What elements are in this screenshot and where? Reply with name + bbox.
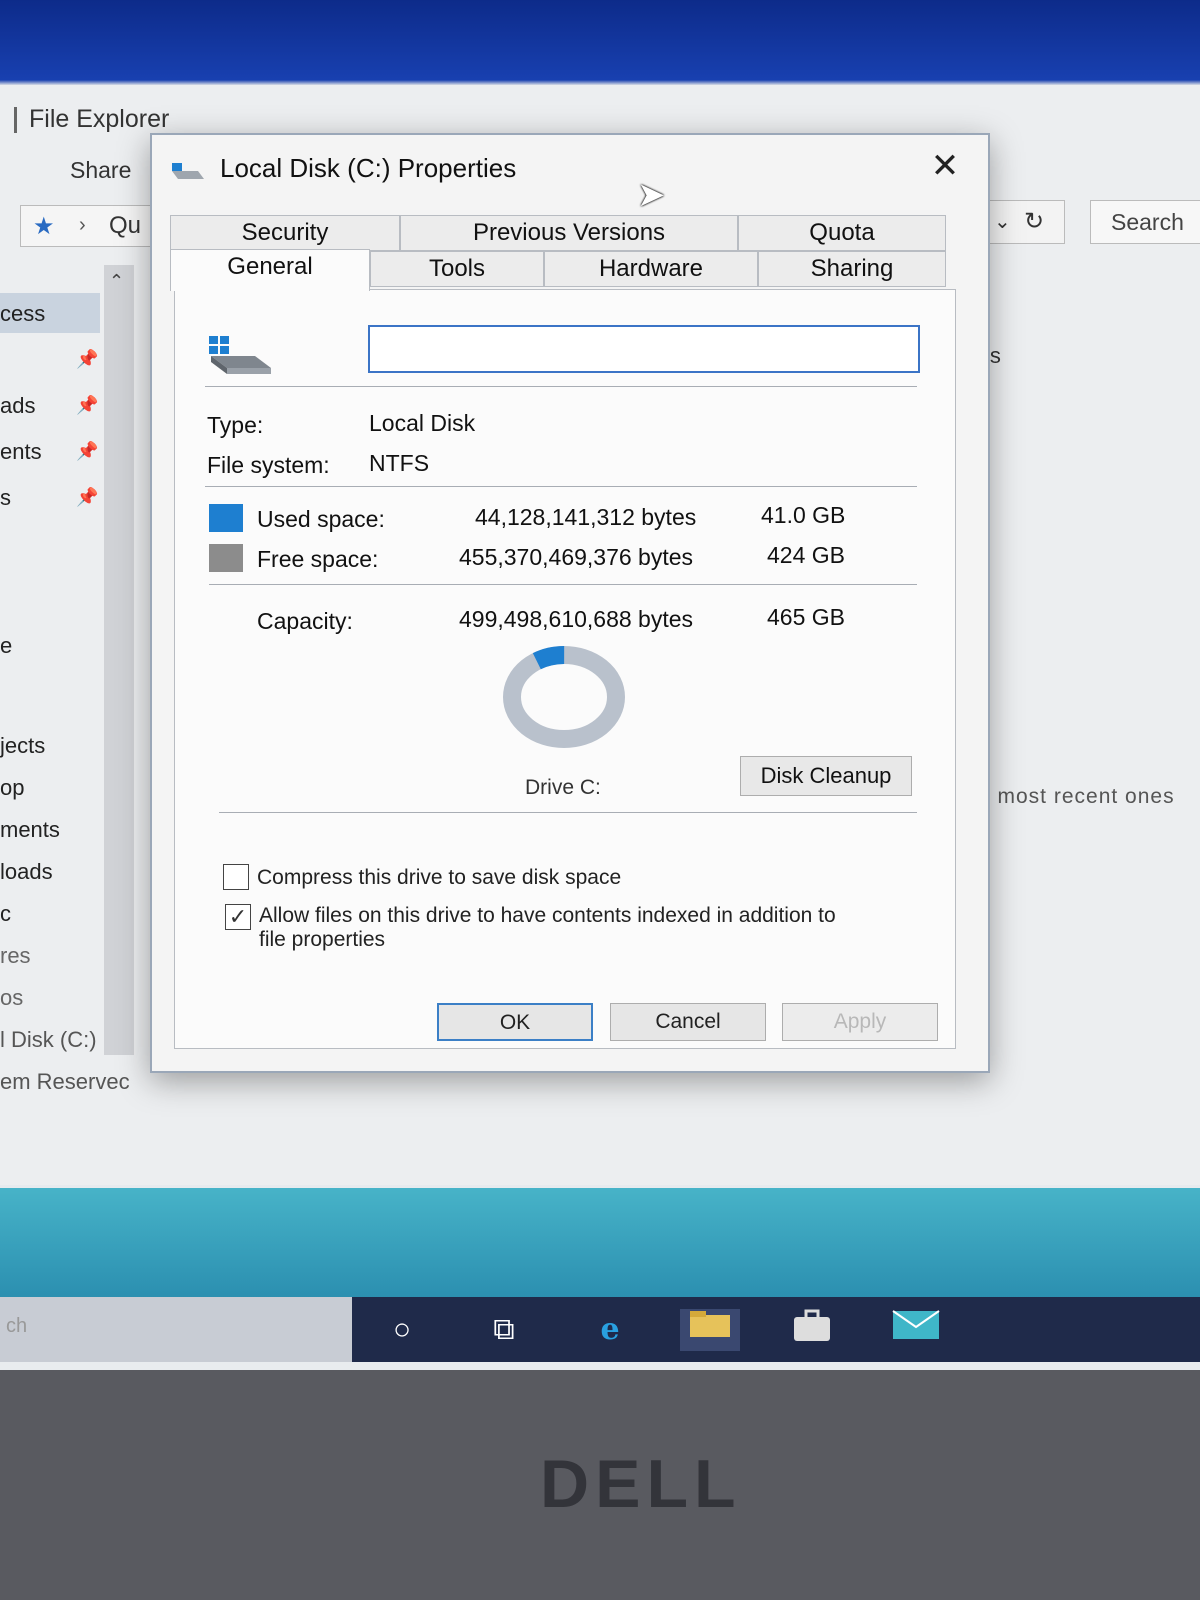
separator [205, 486, 917, 487]
type-label: Type: [207, 412, 264, 438]
nav-item-downloads-pc[interactable]: loads [0, 859, 53, 885]
navigation-pane: ⌃ cess ads ents s 📌 📌 📌 📌 e jects op men… [0, 265, 160, 1165]
compress-checkbox[interactable] [223, 864, 249, 890]
ribbon-tab-share[interactable]: Share [70, 157, 131, 184]
free-space-label: Free space: [257, 546, 379, 572]
nav-item-documents[interactable]: ents [0, 439, 42, 465]
general-panel: Type: Local Disk File system: NTFS Used … [174, 289, 956, 1049]
chevron-up-icon[interactable]: ⌃ [109, 271, 124, 292]
drive-name-input[interactable] [368, 325, 920, 373]
used-space-gb: 41.0 GB [761, 502, 846, 528]
used-space-bytes: 44,128,141,312 bytes [475, 504, 697, 530]
compress-label: Compress this drive to save disk space [257, 866, 622, 889]
task-view-icon[interactable]: ⧉ [474, 1309, 534, 1351]
desktop-background [0, 1188, 1200, 1298]
tab-previous-versions[interactable]: Previous Versions [400, 215, 738, 251]
pin-icon: 📌 [76, 395, 99, 415]
disk-cleanup-button[interactable]: Disk Cleanup [740, 756, 912, 796]
dialog-title: Local Disk (C:) Properties [220, 153, 517, 183]
free-space-gb: 424 GB [767, 542, 845, 568]
search-placeholder: Search [1111, 209, 1184, 235]
nav-item-desktop[interactable]: op [0, 775, 24, 801]
search-input[interactable]: Search [1090, 200, 1200, 244]
nav-item-pictures[interactable]: s [0, 485, 11, 511]
chevron-right-icon: › [79, 214, 86, 236]
nav-scrollbar[interactable]: ⌃ [104, 265, 134, 1055]
properties-dialog: Local Disk (C:) Properties ✕ ➤ Security … [150, 133, 990, 1073]
drive-label: Drive C: [525, 776, 601, 799]
capacity-label: Capacity: [257, 608, 353, 634]
nav-item-local-disk[interactable]: l Disk (C:) [0, 1027, 97, 1053]
taskbar: ch ○ ⧉ e [0, 1297, 1200, 1362]
index-label-line2: file properties [259, 928, 386, 951]
type-value: Local Disk [369, 410, 476, 436]
taskbar-search-text: ch [6, 1315, 28, 1337]
address-tools: ⌄ ↻ [985, 200, 1065, 244]
pin-icon: 📌 [76, 441, 99, 461]
close-icon[interactable]: ✕ [920, 143, 970, 189]
donut-used-arc [532, 646, 565, 670]
file-system-label: File system: [207, 452, 330, 478]
brand-logo: DELL [540, 1446, 742, 1522]
recent-files-text: e most recent ones [978, 785, 1175, 808]
tab-tools[interactable]: Tools [370, 251, 544, 287]
nav-item-system-reserved[interactable]: em Reservec [0, 1069, 130, 1095]
index-checkbox[interactable]: ✓ [225, 904, 251, 930]
tab-quota[interactable]: Quota [738, 215, 946, 251]
free-space-swatch [209, 544, 243, 572]
mouse-cursor-icon: ➤ [637, 176, 666, 214]
disk-usage-donut [503, 646, 625, 748]
nav-item-videos[interactable]: os [0, 985, 23, 1011]
nav-item-downloads[interactable]: ads [0, 393, 35, 419]
chevron-down-icon[interactable]: ⌄ [994, 209, 1011, 234]
used-space-swatch [209, 504, 243, 532]
capacity-gb: 465 GB [767, 604, 845, 630]
capacity-bytes: 499,498,610,688 bytes [459, 606, 694, 632]
separator [209, 584, 917, 585]
donut-free-ring [503, 646, 625, 748]
nav-item-onedrive[interactable]: e [0, 633, 12, 659]
tab-sharing[interactable]: Sharing [758, 251, 946, 287]
edge-icon[interactable]: e [580, 1309, 640, 1351]
mail-icon[interactable] [886, 1309, 946, 1351]
pin-icon: 📌 [76, 349, 99, 369]
apply-button[interactable]: Apply [782, 1003, 938, 1041]
separator [219, 812, 917, 813]
explorer-title: File Explorer [14, 105, 169, 134]
tab-hardware[interactable]: Hardware [544, 251, 758, 287]
store-icon[interactable] [782, 1309, 842, 1351]
address-text: Qu [109, 212, 142, 239]
cortana-icon[interactable]: ○ [372, 1309, 432, 1351]
drive-title-icon [172, 163, 204, 179]
nav-item-documents-pc[interactable]: ments [0, 817, 60, 843]
file-explorer-taskbar-icon[interactable] [680, 1309, 740, 1351]
nav-item-music[interactable]: c [0, 901, 11, 927]
explorer-title-text: File Explorer [29, 105, 170, 133]
tab-security[interactable]: Security [170, 215, 400, 251]
taskbar-search[interactable]: ch [0, 1297, 352, 1362]
ok-button[interactable]: OK [437, 1003, 593, 1041]
cancel-button[interactable]: Cancel [610, 1003, 766, 1041]
address-bar[interactable]: ★ › Qu [20, 205, 160, 247]
index-label-line1: Allow files on this drive to have conten… [259, 904, 836, 927]
separator [205, 386, 917, 387]
nav-item-quick-access[interactable]: cess [0, 293, 100, 333]
free-space-bytes: 455,370,469,376 bytes [459, 544, 694, 570]
file-system-value: NTFS [369, 450, 430, 476]
quick-access-icon: ★ [33, 213, 55, 240]
screen: File Explorer Share ★ › Qu ⌄ ↻ Search ls… [0, 0, 1200, 1370]
nav-item-pictures-pc[interactable]: res [0, 943, 31, 969]
used-space-label: Used space: [257, 506, 385, 532]
pin-icon: 📌 [76, 487, 99, 507]
refresh-icon[interactable]: ↻ [1024, 207, 1044, 236]
tab-general[interactable]: General [170, 249, 370, 291]
hard-drive-icon [209, 336, 271, 374]
nav-item-3d-objects[interactable]: jects [0, 733, 45, 759]
